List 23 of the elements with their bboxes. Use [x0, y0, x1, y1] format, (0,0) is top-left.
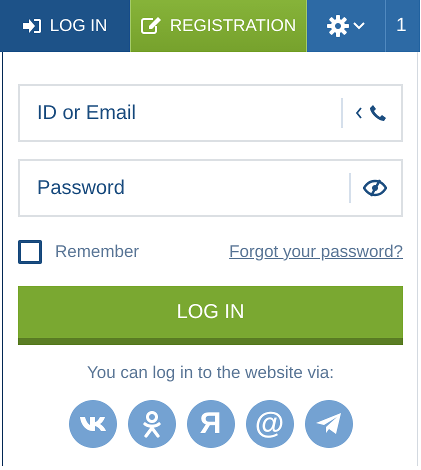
social-login-button[interactable]: @: [246, 400, 294, 448]
phone-icon[interactable]: [355, 104, 387, 122]
paper-plane-icon[interactable]: [304, 400, 352, 448]
remember-label: Remember: [55, 242, 140, 262]
ok-logo-icon[interactable]: [128, 400, 176, 448]
settings-icon: [327, 15, 365, 37]
registration-tab[interactable]: REGISTRATION: [130, 0, 307, 52]
password-input[interactable]: Password: [20, 176, 349, 200]
tab[interactable]: 1: [385, 0, 420, 52]
vk-logo-icon[interactable]: [68, 400, 116, 448]
id-field[interactable]: ID or Email: [18, 84, 403, 142]
id-input[interactable]: ID or Email: [20, 102, 341, 124]
login-button[interactable]: LOG IN: [18, 286, 403, 345]
password-field[interactable]: Password: [18, 159, 403, 217]
social-login-button[interactable]: Я: [186, 400, 234, 448]
sign-in-icon: [22, 18, 41, 34]
forgot-password-link[interactable]: Forgot your password?: [229, 242, 403, 262]
checkbox[interactable]: [18, 240, 42, 264]
login-tab[interactable]: LOG IN: [0, 0, 130, 52]
settings-button[interactable]: [307, 0, 385, 52]
social-caption: You can log in to the website via:: [86, 363, 335, 383]
hidden-eye-icon[interactable]: [363, 179, 387, 197]
edit-icon: [140, 17, 161, 35]
